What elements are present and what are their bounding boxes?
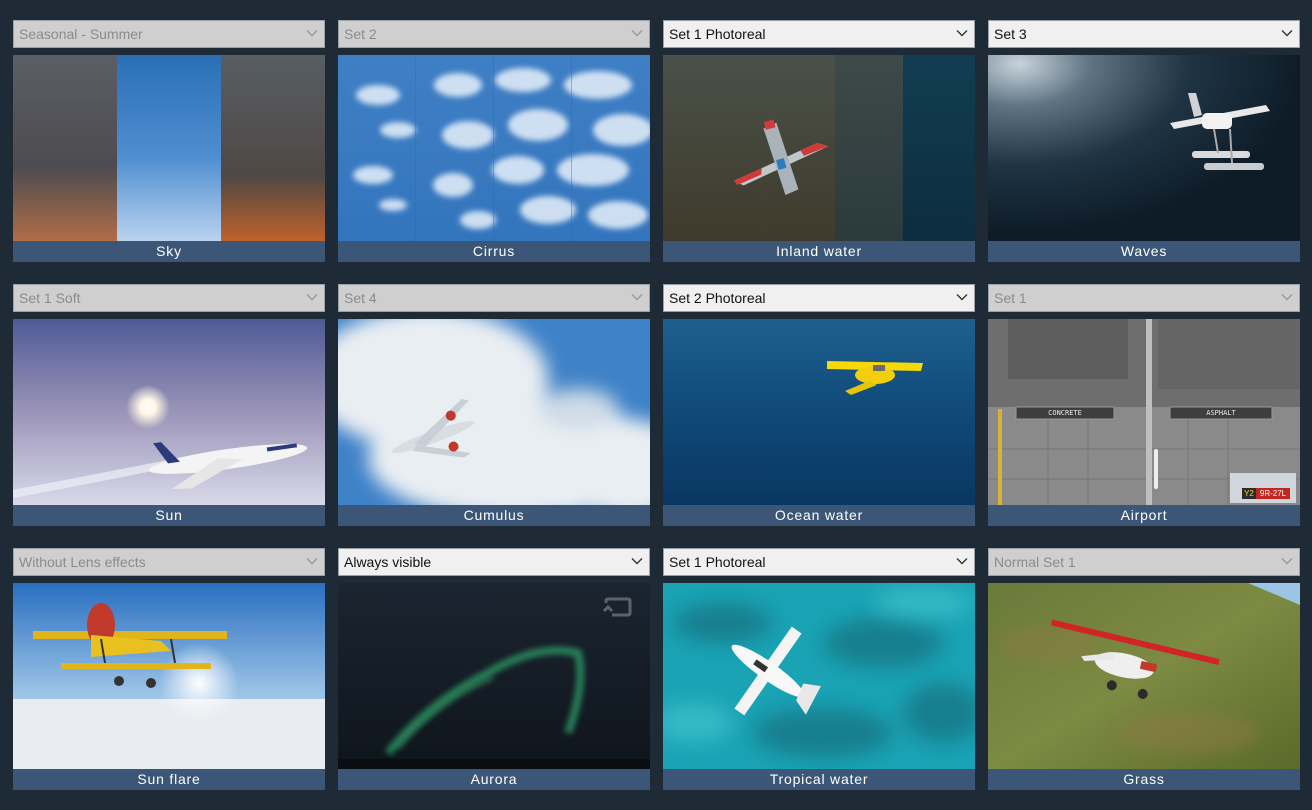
ocean-water-caption: Ocean water: [663, 505, 975, 526]
chevron-down-icon: [306, 294, 318, 301]
chevron-down-icon: [956, 294, 968, 301]
waves-dropdown[interactable]: Set 3: [988, 20, 1300, 48]
ocean-water-preview[interactable]: [663, 319, 975, 505]
sign-runway-right: 9R-27L: [1259, 489, 1287, 498]
waves-caption: Waves: [988, 241, 1300, 262]
inland-water-dropdown-value: Set 1 Photoreal: [669, 26, 766, 42]
waves-dropdown-value: Set 3: [994, 26, 1027, 42]
sun-dropdown-value: Set 1 Soft: [19, 290, 81, 306]
chevron-down-icon: [631, 30, 643, 37]
sun-dropdown[interactable]: Set 1 Soft: [13, 284, 325, 312]
tropical-water-caption: Tropical water: [663, 769, 975, 790]
sky-caption: Sky: [13, 241, 325, 262]
sun-flare-caption: Sun flare: [13, 769, 325, 790]
airport-preview[interactable]: CONCRETE ASPHALT Y2 9R-27L: [988, 319, 1300, 505]
cirrus-caption: Cirrus: [338, 241, 650, 262]
sun-caption: Sun: [13, 505, 325, 526]
chevron-down-icon: [1281, 558, 1293, 565]
cirrus-dropdown[interactable]: Set 2: [338, 20, 650, 48]
waves-preview[interactable]: [988, 55, 1300, 241]
cumulus-caption: Cumulus: [338, 505, 650, 526]
chevron-down-icon: [956, 30, 968, 37]
ocean-water-dropdown-value: Set 2 Photoreal: [669, 290, 766, 306]
repeat-icon[interactable]: [602, 597, 634, 619]
sky-preview[interactable]: [13, 55, 325, 241]
inland-water-dropdown[interactable]: Set 1 Photoreal: [663, 20, 975, 48]
aurora-caption: Aurora: [338, 769, 650, 790]
tropical-water-dropdown-value: Set 1 Photoreal: [669, 554, 766, 570]
sign-runway-left: Y2: [1244, 489, 1254, 498]
sign-concrete: CONCRETE: [1048, 409, 1082, 417]
chevron-down-icon: [631, 294, 643, 301]
airport-dropdown[interactable]: Set 1: [988, 284, 1300, 312]
aurora-dropdown-value: Always visible: [344, 554, 432, 570]
inland-water-preview[interactable]: [663, 55, 975, 241]
cirrus-preview[interactable]: [338, 55, 650, 241]
cumulus-dropdown-value: Set 4: [344, 290, 377, 306]
sign-asphalt: ASPHALT: [1206, 409, 1236, 417]
airport-dropdown-value: Set 1: [994, 290, 1027, 306]
inland-water-caption: Inland water: [663, 241, 975, 262]
grass-preview[interactable]: [988, 583, 1300, 769]
cumulus-dropdown[interactable]: Set 4: [338, 284, 650, 312]
ocean-water-dropdown[interactable]: Set 2 Photoreal: [663, 284, 975, 312]
sun-flare-dropdown[interactable]: Without Lens effects: [13, 548, 325, 576]
sun-flare-dropdown-value: Without Lens effects: [19, 554, 146, 570]
tropical-water-preview[interactable]: [663, 583, 975, 769]
cumulus-preview[interactable]: [338, 319, 650, 505]
cirrus-dropdown-value: Set 2: [344, 26, 377, 42]
aurora-preview[interactable]: [338, 583, 650, 769]
grass-dropdown-value: Normal Set 1: [994, 554, 1076, 570]
chevron-down-icon: [631, 558, 643, 565]
chevron-down-icon: [1281, 294, 1293, 301]
chevron-down-icon: [956, 558, 968, 565]
sun-flare-preview[interactable]: [13, 583, 325, 769]
sky-dropdown-value: Seasonal - Summer: [19, 26, 143, 42]
chevron-down-icon: [306, 558, 318, 565]
sky-dropdown[interactable]: Seasonal - Summer: [13, 20, 325, 48]
chevron-down-icon: [306, 30, 318, 37]
chevron-down-icon: [1281, 30, 1293, 37]
tropical-water-dropdown[interactable]: Set 1 Photoreal: [663, 548, 975, 576]
sun-preview[interactable]: [13, 319, 325, 505]
aurora-dropdown[interactable]: Always visible: [338, 548, 650, 576]
airport-caption: Airport: [988, 505, 1300, 526]
grass-dropdown[interactable]: Normal Set 1: [988, 548, 1300, 576]
grass-caption: Grass: [988, 769, 1300, 790]
